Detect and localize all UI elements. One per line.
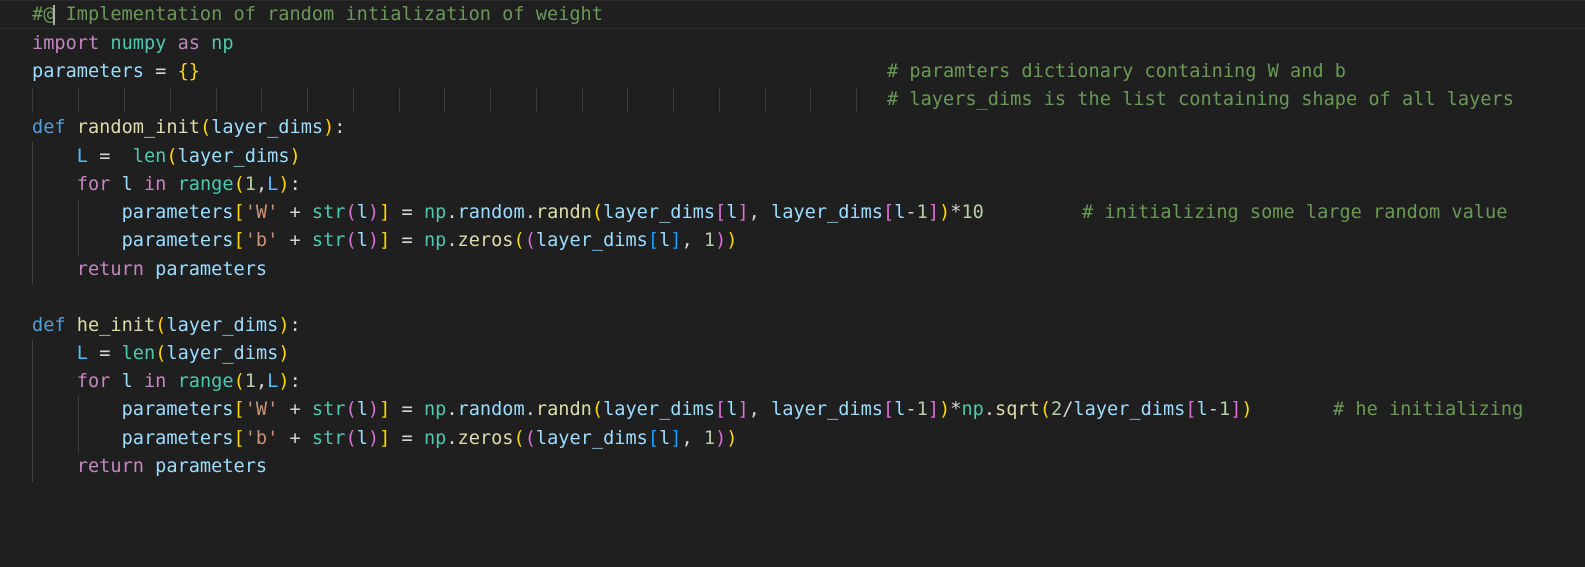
code-line[interactable]: L = len(layer_dims): [32, 143, 301, 172]
whitespace-guide: [673, 88, 674, 112]
code-line[interactable]: for l in range(1,L):: [32, 171, 301, 200]
code-line[interactable]: parameters = {}: [32, 58, 200, 87]
whitespace-guide: [261, 88, 262, 112]
whitespace-guide: [856, 88, 857, 112]
code-line[interactable]: parameters['W' + str(l)] = np.random.ran…: [32, 396, 1253, 425]
code-editor[interactable]: #@ Implementation of random intializatio…: [0, 0, 1585, 567]
code-line[interactable]: parameters['b' + str(l)] = np.zeros((lay…: [32, 425, 738, 454]
whitespace-guide: [353, 88, 354, 112]
code-line[interactable]: L = len(layer_dims): [32, 340, 290, 369]
whitespace-guide: [78, 88, 79, 112]
whitespace-guide: [32, 88, 33, 112]
code-line[interactable]: #@ Implementation of random intializatio…: [32, 1, 603, 30]
code-line[interactable]: return parameters: [32, 256, 267, 285]
code-line[interactable]: for l in range(1,L):: [32, 368, 301, 397]
whitespace-guide: [536, 88, 537, 112]
code-line[interactable]: parameters['b' + str(l)] = np.zeros((lay…: [32, 227, 738, 256]
code-comment[interactable]: # he initializing: [1333, 396, 1523, 425]
whitespace-guide: [216, 88, 217, 112]
whitespace-guide: [124, 88, 125, 112]
whitespace-guide: [444, 88, 445, 112]
code-comment[interactable]: # paramters dictionary containing W and …: [887, 58, 1346, 87]
whitespace-guide: [582, 88, 583, 112]
whitespace-guide: [307, 88, 308, 112]
whitespace-guide: [399, 88, 400, 112]
code-line[interactable]: def random_init(layer_dims):: [32, 114, 346, 143]
code-comment[interactable]: # initializing some large random value: [1082, 199, 1507, 228]
code-line[interactable]: parameters['W' + str(l)] = np.random.ran…: [32, 199, 984, 228]
code-comment[interactable]: # layers_dims is the list containing sha…: [887, 86, 1514, 115]
whitespace-guide: [170, 88, 171, 112]
code-line[interactable]: def he_init(layer_dims):: [32, 312, 301, 341]
whitespace-guide: [719, 88, 720, 112]
code-line[interactable]: import numpy as np: [32, 30, 234, 59]
whitespace-guide: [490, 88, 491, 112]
code-line[interactable]: return parameters: [32, 453, 267, 482]
whitespace-guide: [765, 88, 766, 112]
whitespace-guide: [627, 88, 628, 112]
whitespace-guide: [810, 88, 811, 112]
